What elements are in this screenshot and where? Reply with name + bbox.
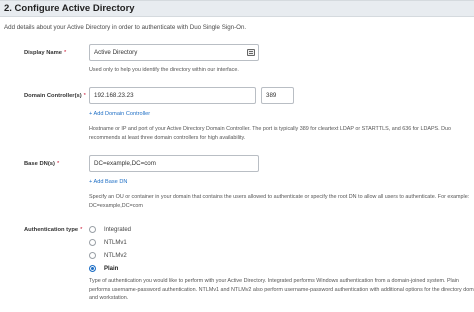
radio-button[interactable] xyxy=(89,239,96,246)
section-intro: Add details about your Active Directory … xyxy=(4,24,247,31)
display-name-label: Display Name * xyxy=(24,50,67,56)
required-marker: * xyxy=(56,161,60,167)
auth-option-integrated[interactable]: Integrated xyxy=(89,225,131,234)
auth-option-label: Integrated xyxy=(104,226,132,233)
base-dn-value: DC=example,DC=com xyxy=(94,160,156,167)
radio-button[interactable] xyxy=(89,226,96,233)
display-name-input[interactable]: Active Directory xyxy=(89,44,259,61)
domain-controllers-help: Hostname or IP and port of your Active D… xyxy=(89,126,452,141)
section-title: 2. Configure Active Directory xyxy=(4,3,135,14)
authentication-type-help: Type of authentication you would like to… xyxy=(89,278,474,302)
domain-controller-host-input[interactable]: 192.168.23.23 xyxy=(89,87,256,104)
auth-option-plain[interactable]: Plain xyxy=(89,264,118,273)
auth-option-ntlmv1[interactable]: NTLMv1 xyxy=(89,238,127,247)
radio-button[interactable] xyxy=(89,252,96,259)
auth-option-label: NTLMv2 xyxy=(104,252,127,259)
required-marker: * xyxy=(64,50,67,56)
domain-controllers-label: Domain Controller(s) * xyxy=(24,93,86,99)
display-name-value: Active Directory xyxy=(94,49,138,56)
base-dns-help: Specify an OU or container in your domai… xyxy=(89,194,470,209)
auth-option-label: Plain xyxy=(104,265,119,272)
base-dns-label: Base DN(s) * xyxy=(24,161,60,167)
domain-controller-host-value: 192.168.23.23 xyxy=(94,92,134,99)
auth-option-ntlmv2[interactable]: NTLMv2 xyxy=(89,251,127,260)
base-dn-input[interactable]: DC=example,DC=com xyxy=(89,155,259,172)
auth-option-label: NTLMv1 xyxy=(104,239,127,246)
required-marker: * xyxy=(80,227,83,233)
add-base-dn-link[interactable]: + Add Base DN xyxy=(89,179,127,185)
section-header: 2. Configure Active Directory xyxy=(0,0,474,17)
add-domain-controller-link[interactable]: + Add Domain Controller xyxy=(89,111,150,117)
display-name-help: Used only to help you identify the direc… xyxy=(89,67,239,73)
required-marker: * xyxy=(83,93,86,99)
authentication-type-label: Authentication type * xyxy=(24,227,83,233)
radio-button-selected[interactable] xyxy=(89,265,96,272)
domain-controller-port-value: 389 xyxy=(266,92,277,99)
domain-controller-port-input[interactable]: 389 xyxy=(261,87,294,104)
contact-card-icon[interactable] xyxy=(247,49,255,56)
